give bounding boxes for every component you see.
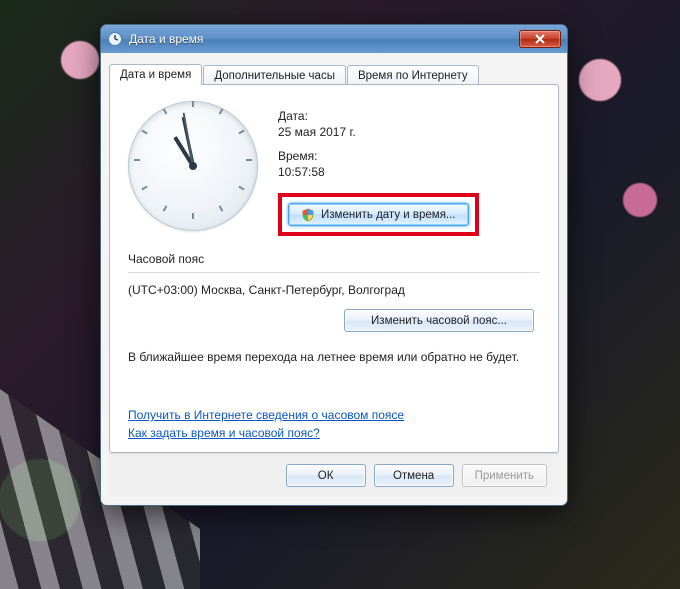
button-label: Изменить часовой пояс... [371,315,507,327]
close-icon [535,34,545,44]
button-label: Отмена [393,470,434,482]
cancel-button[interactable]: Отмена [374,464,454,487]
client-area: Дата и время Дополнительные часы Время п… [101,53,567,505]
timezone-section-label: Часовой пояс [128,252,540,266]
link-timezone-info[interactable]: Получить в Интернете сведения о часовом … [128,408,404,422]
timezone-value: (UTC+03:00) Москва, Санкт-Петербург, Вол… [128,283,540,297]
change-date-time-button[interactable]: Изменить дату и время... [288,203,469,226]
titlebar[interactable]: Дата и время [101,25,567,53]
tab-label: Время по Интернету [358,70,468,82]
link-howto[interactable]: Как задать время и часовой пояс? [128,426,320,440]
tabstrip: Дата и время Дополнительные часы Время п… [109,61,559,85]
button-label: Применить [475,470,534,482]
window-title: Дата и время [129,32,519,46]
tab-label: Дата и время [120,69,191,81]
highlight-box: Изменить дату и время... [278,193,479,236]
time-value: 10:57:58 [278,165,540,179]
date-value: 25 мая 2017 г. [278,125,540,139]
dialog-button-bar: ОК Отмена Применить [109,453,559,497]
button-label: ОК [318,470,334,482]
change-timezone-button[interactable]: Изменить часовой пояс... [344,309,534,332]
time-label: Время: [278,149,540,163]
tab-internet-time[interactable]: Время по Интернету [347,65,479,85]
analog-clock [128,101,258,231]
apply-button[interactable]: Применить [462,464,547,487]
tab-panel: Дата: 25 мая 2017 г. Время: 10:57:58 [109,84,559,453]
button-label: Изменить дату и время... [321,209,456,221]
tab-date-time[interactable]: Дата и время [109,64,202,85]
ok-button[interactable]: ОК [286,464,366,487]
dst-note: В ближайшее время перехода на летнее вре… [128,350,540,364]
shield-icon [301,208,315,222]
date-time-dialog: Дата и время Дата и время Дополнительные… [100,24,568,506]
clock-icon [107,31,123,47]
close-button[interactable] [519,30,561,48]
tab-additional-clocks[interactable]: Дополнительные часы [203,65,346,85]
date-label: Дата: [278,109,540,123]
tab-label: Дополнительные часы [214,70,335,82]
divider [128,272,540,273]
